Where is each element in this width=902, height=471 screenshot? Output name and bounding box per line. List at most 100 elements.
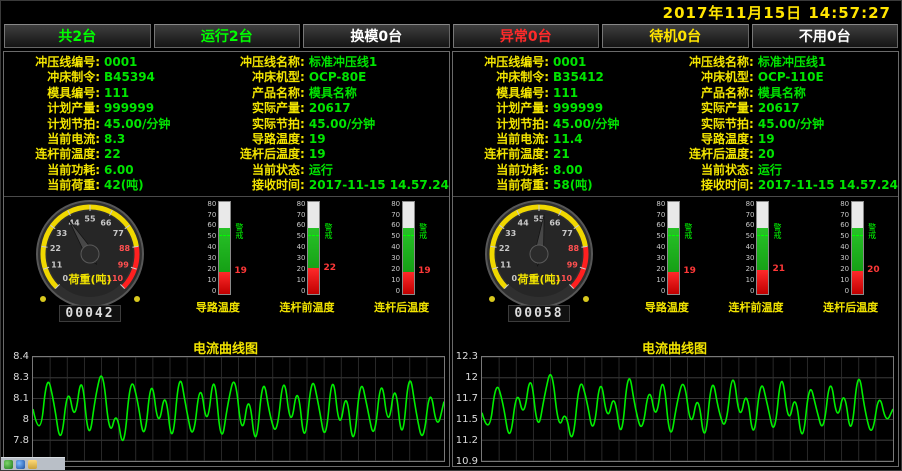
- gauge-tick-label: 77: [113, 229, 124, 238]
- current-line-chart: [481, 356, 894, 462]
- status-abnormal-button[interactable]: 异常0台: [453, 24, 600, 48]
- thermometer-group: 80706050403020100警戒19导路温度807060504030201…: [176, 197, 449, 315]
- machine-panel-1: 冲压线编号:0001冲床制令:B45394模具编号:111计划产量:999999…: [3, 51, 450, 467]
- info-column-right: 冲压线名称:标准冲压线1冲床机型:OCP-110E产品名称:模具名称实际产量:2…: [658, 55, 898, 194]
- warning-threshold-line: [403, 235, 414, 236]
- status-running-button[interactable]: 运行2台: [154, 24, 301, 48]
- info-column-left: 冲压线编号:0001冲床制令:B45394模具编号:111计划产量:999999…: [4, 55, 209, 194]
- info-value: 19: [305, 132, 326, 147]
- info-label: 模具编号:: [4, 86, 100, 101]
- info-row: 计划产量:999999: [4, 101, 209, 116]
- info-value: 6.00: [100, 163, 134, 178]
- machine-panel-2: 冲压线编号:0001冲床制令:B35412模具编号:111计划产量:999999…: [452, 51, 899, 467]
- info-row: 导路温度:19: [658, 132, 898, 147]
- info-label: 冲床制令:: [4, 70, 100, 85]
- y-tick-label: 11.5: [456, 415, 478, 424]
- info-row: 当前荷重:58(吨): [453, 178, 658, 193]
- current-chart-block: 电流曲线图 8.48.38.187.87.7: [4, 331, 449, 466]
- info-label: 冲压线编号:: [453, 55, 549, 70]
- info-row: 当前状态:运行: [658, 163, 898, 178]
- load-gauge-block: 0112233445566778899110荷重(吨) 00058: [453, 197, 625, 322]
- warning-threshold-line: [852, 235, 863, 236]
- info-value: 2017-11-15 14.57.24: [754, 178, 898, 193]
- chart-title: 电流曲线图: [6, 338, 445, 356]
- gauge-tick-label: 11: [500, 260, 512, 269]
- gauge-tick-label: 99: [118, 260, 130, 269]
- info-label: 当前电流:: [4, 132, 100, 147]
- info-row: 冲床机型:OCP-80E: [209, 70, 449, 85]
- status-moldchange-button[interactable]: 换模0台: [303, 24, 450, 48]
- info-row: 连杆前温度:22: [4, 147, 209, 162]
- info-value: 0001: [549, 55, 586, 70]
- info-value: 运行: [754, 163, 782, 178]
- thermometer-tube: [667, 201, 680, 295]
- gauge-tick-label: 77: [562, 229, 573, 238]
- chart-area: 12.31211.711.511.210.9: [455, 356, 894, 462]
- info-value: 42(吨): [100, 178, 144, 193]
- indicator-dot: [134, 296, 140, 302]
- thermometer-scale: 80706050403020100: [837, 201, 851, 295]
- status-total-button[interactable]: 共2台: [4, 24, 151, 48]
- info-value: 标准冲压线1: [754, 55, 826, 70]
- info-row: 实际产量:20617: [209, 101, 449, 116]
- info-value: 20617: [305, 101, 351, 116]
- info-row: 连杆后温度:20: [658, 147, 898, 162]
- indicator-dot: [583, 296, 589, 302]
- info-label: 冲压线名称:: [658, 55, 754, 70]
- titlebar: 2017年11月15日 14:57:27: [1, 1, 901, 23]
- info-label: 当前荷重:: [453, 178, 549, 193]
- thermometer-tube: [756, 201, 769, 295]
- info-grid: 冲压线编号:0001冲床制令:B45394模具编号:111计划产量:999999…: [4, 52, 449, 197]
- info-value: 0001: [100, 55, 137, 70]
- thermometer-scale: 80706050403020100: [742, 201, 756, 295]
- info-label: 模具编号:: [453, 86, 549, 101]
- thermometer-value: 19: [234, 267, 247, 276]
- info-value: B45394: [100, 70, 155, 85]
- thermometer-value: 19: [683, 267, 696, 276]
- gauge-tick-label: 66: [100, 218, 112, 227]
- info-value: 21: [549, 147, 570, 162]
- thermometer-tube: [218, 201, 231, 295]
- info-row: 冲压线编号:0001: [4, 55, 209, 70]
- info-value: 45.00/分钟: [754, 117, 824, 132]
- gauge-tick-label: 99: [567, 260, 579, 269]
- status-unused-button[interactable]: 不用0台: [752, 24, 899, 48]
- gauge-tick-label: 33: [56, 229, 67, 238]
- info-value: 45.00/分钟: [549, 117, 619, 132]
- meters-row: 0112233445566778899110荷重(吨) 00042 807060…: [4, 197, 449, 331]
- info-label: 实际节拍:: [209, 117, 305, 132]
- info-label: 导路温度:: [658, 132, 754, 147]
- info-label: 导路温度:: [209, 132, 305, 147]
- folder-icon[interactable]: [28, 460, 37, 469]
- info-value: 模具名称: [754, 86, 806, 101]
- thermometer-label: 导路温度: [645, 299, 689, 315]
- thermometer-group: 80706050403020100警戒19导路温度807060504030201…: [625, 197, 898, 315]
- gauge-tick-label: 11: [51, 260, 63, 269]
- warning-label: 警戒: [419, 224, 427, 240]
- y-tick-label: 8.1: [13, 394, 29, 403]
- thermometer-tube: [307, 201, 320, 295]
- indicator-dot: [40, 296, 46, 302]
- taskbar-fragment[interactable]: [1, 457, 65, 470]
- info-label: 冲压线名称:: [209, 55, 305, 70]
- info-value: OCP-80E: [305, 70, 366, 85]
- info-label: 连杆前温度:: [453, 147, 549, 162]
- info-label: 实际产量:: [209, 101, 305, 116]
- thermometer-scale: 80706050403020100: [653, 201, 667, 295]
- info-label: 连杆后温度:: [209, 147, 305, 162]
- status-standby-button[interactable]: 待机0台: [602, 24, 749, 48]
- thermometer: 80706050403020100警戒19导路温度: [196, 201, 240, 315]
- y-axis-labels: 12.31211.711.511.210.9: [455, 356, 481, 462]
- y-tick-label: 8.4: [13, 352, 29, 361]
- gauge-tick-label: 88: [568, 244, 580, 253]
- meters-row: 0112233445566778899110荷重(吨) 00058 807060…: [453, 197, 898, 331]
- start-icon[interactable]: [4, 460, 13, 469]
- info-value: 19: [305, 147, 326, 162]
- info-row: 连杆前温度:21: [453, 147, 658, 162]
- browser-icon[interactable]: [16, 460, 25, 469]
- info-column-right: 冲压线名称:标准冲压线1冲床机型:OCP-80E产品名称:模具名称实际产量:20…: [209, 55, 449, 194]
- info-row: 当前功耗:6.00: [4, 163, 209, 178]
- thermometer-value: 20: [867, 266, 880, 275]
- info-label: 产品名称:: [209, 86, 305, 101]
- y-tick-label: 10.9: [456, 457, 478, 466]
